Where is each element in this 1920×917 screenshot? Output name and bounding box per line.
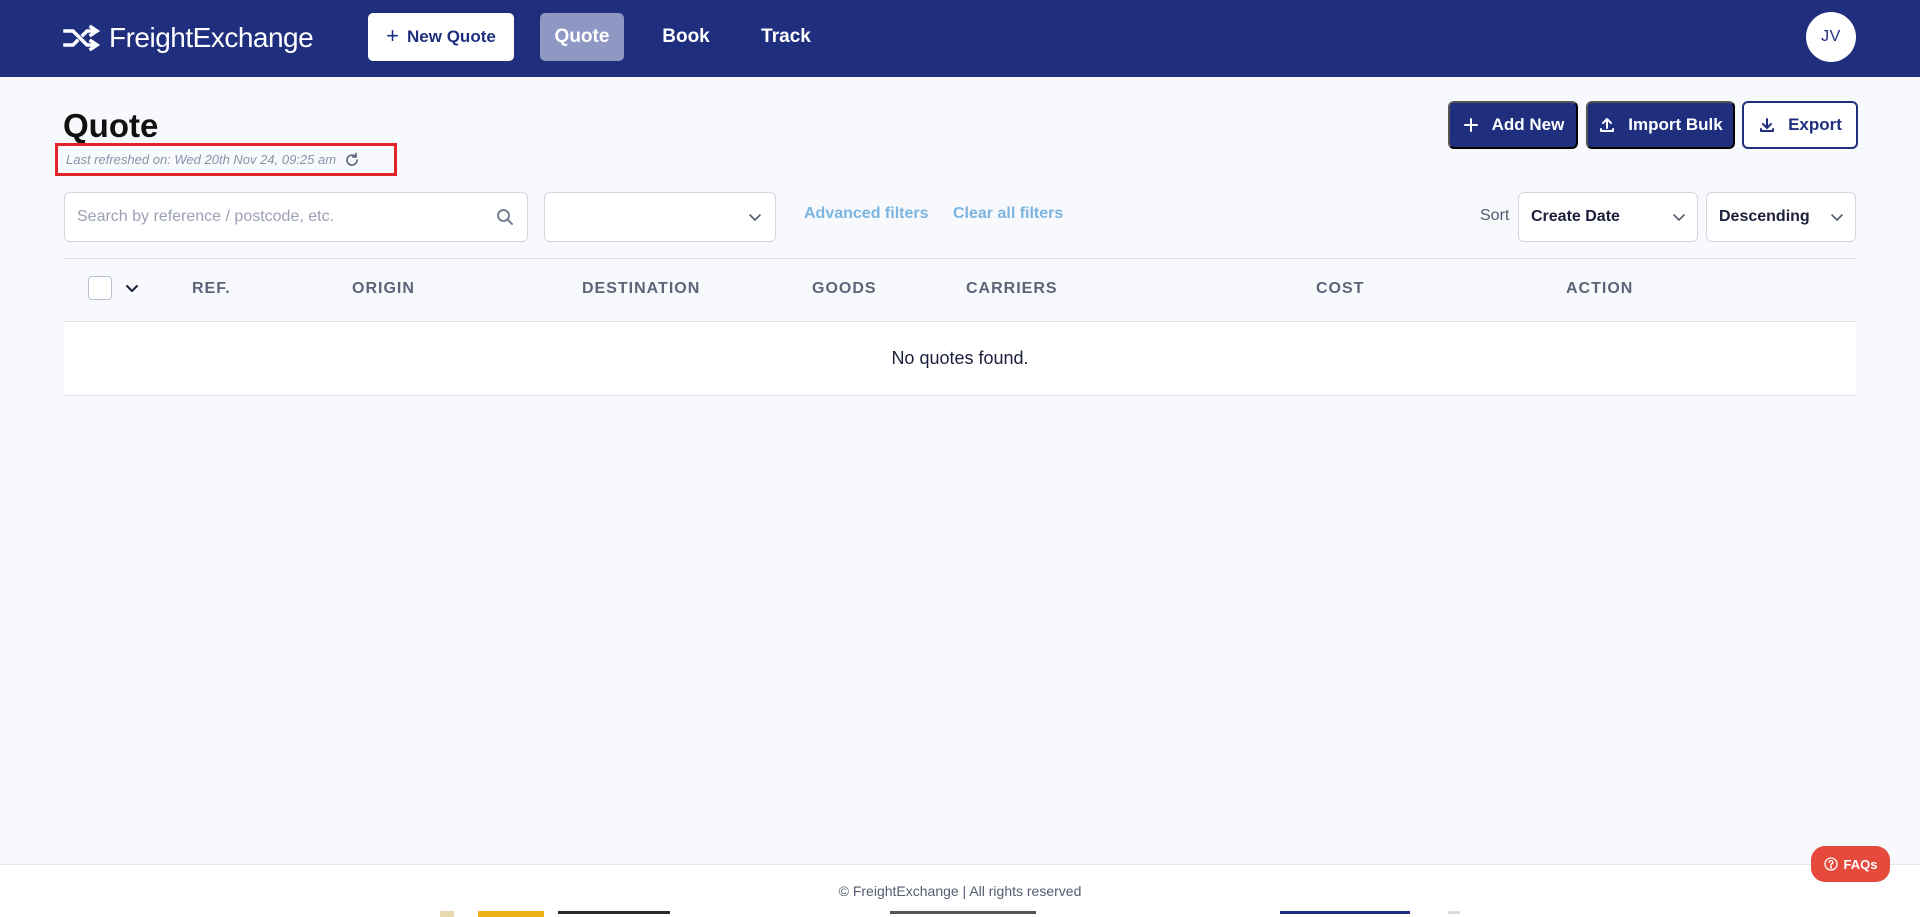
plus-icon: + bbox=[386, 23, 400, 48]
sort-direction-value: Descending bbox=[1719, 208, 1810, 225]
column-cost[interactable]: COST bbox=[1316, 280, 1364, 298]
faqs-label: FAQs bbox=[1843, 856, 1878, 872]
footer: © FreightExchange | All rights reserved bbox=[0, 864, 1920, 917]
sort-label: Sort bbox=[1480, 207, 1510, 224]
plus-icon bbox=[1463, 118, 1478, 132]
chevron-down-icon bbox=[1831, 214, 1843, 221]
sort-direction-select[interactable]: Descending bbox=[1706, 192, 1856, 242]
column-goods[interactable]: GOODS bbox=[812, 280, 877, 298]
new-quote-label: New Quote bbox=[407, 27, 496, 46]
brand-logo[interactable]: FreightExchange bbox=[63, 20, 314, 56]
user-avatar[interactable]: JV bbox=[1806, 12, 1856, 62]
sort-field-select[interactable]: Create Date bbox=[1518, 192, 1698, 242]
partner-logo bbox=[890, 911, 1036, 914]
add-new-button[interactable]: Add New bbox=[1448, 101, 1578, 149]
refresh-icon[interactable] bbox=[344, 152, 360, 168]
search-input[interactable]: Search by reference / postcode, etc. bbox=[64, 192, 528, 242]
select-all-checkbox[interactable] bbox=[88, 276, 112, 300]
import-bulk-label: Import Bulk bbox=[1628, 115, 1723, 134]
search-icon bbox=[497, 209, 513, 225]
tab-track[interactable]: Track bbox=[746, 13, 826, 61]
last-refreshed-bar: Last refreshed on: Wed 20th Nov 24, 09:2… bbox=[55, 143, 397, 176]
partner-logo bbox=[440, 911, 454, 917]
copyright-text: © FreightExchange | All rights reserved bbox=[838, 883, 1082, 899]
import-bulk-button[interactable]: Import Bulk bbox=[1586, 101, 1735, 149]
footer-partner-logos bbox=[0, 911, 1920, 917]
download-icon bbox=[1760, 118, 1775, 132]
clear-all-filters-link[interactable]: Clear all filters bbox=[953, 205, 1063, 223]
partner-logo bbox=[1280, 911, 1410, 914]
last-refreshed-text: Last refreshed on: Wed 20th Nov 24, 09:2… bbox=[66, 152, 337, 167]
partner-logo bbox=[478, 911, 544, 917]
tab-quote[interactable]: Quote bbox=[540, 13, 624, 61]
table-empty-state: No quotes found. bbox=[64, 322, 1856, 396]
export-button[interactable]: Export bbox=[1742, 101, 1858, 149]
empty-message: No quotes found. bbox=[891, 348, 1029, 368]
chevron-down-icon bbox=[1673, 214, 1685, 221]
column-origin[interactable]: ORIGIN bbox=[352, 280, 415, 298]
chevron-down-icon[interactable] bbox=[124, 280, 140, 296]
chevron-down-icon bbox=[749, 214, 761, 221]
column-carriers[interactable]: CARRIERS bbox=[966, 280, 1058, 298]
search-placeholder: Search by reference / postcode, etc. bbox=[77, 208, 335, 225]
export-label: Export bbox=[1788, 115, 1842, 134]
sort-field-value: Create Date bbox=[1531, 208, 1620, 225]
page-title: Quote bbox=[63, 107, 159, 144]
new-quote-button[interactable]: + New Quote bbox=[368, 13, 514, 61]
column-ref[interactable]: REF. bbox=[192, 280, 231, 298]
tab-book[interactable]: Book bbox=[646, 13, 726, 61]
faqs-button[interactable]: FAQs bbox=[1811, 846, 1890, 882]
partner-logo bbox=[558, 911, 670, 914]
advanced-filters-link[interactable]: Advanced filters bbox=[804, 205, 928, 223]
column-action: ACTION bbox=[1566, 280, 1634, 297]
question-circle-icon bbox=[1823, 857, 1838, 871]
column-destination[interactable]: DESTINATION bbox=[582, 280, 700, 298]
top-navbar: FreightExchange + New Quote Quote Book T… bbox=[0, 0, 1920, 77]
upload-icon bbox=[1600, 118, 1615, 132]
brand-name: FreightExchange bbox=[109, 22, 314, 53]
add-new-label: Add New bbox=[1491, 115, 1565, 134]
partner-logo bbox=[1448, 911, 1460, 914]
shuffle-arrows-icon bbox=[63, 24, 101, 52]
table-header: REF. ORIGIN DESTINATION GOODS CARRIERS C… bbox=[64, 258, 1856, 322]
filter-select[interactable] bbox=[544, 192, 776, 242]
